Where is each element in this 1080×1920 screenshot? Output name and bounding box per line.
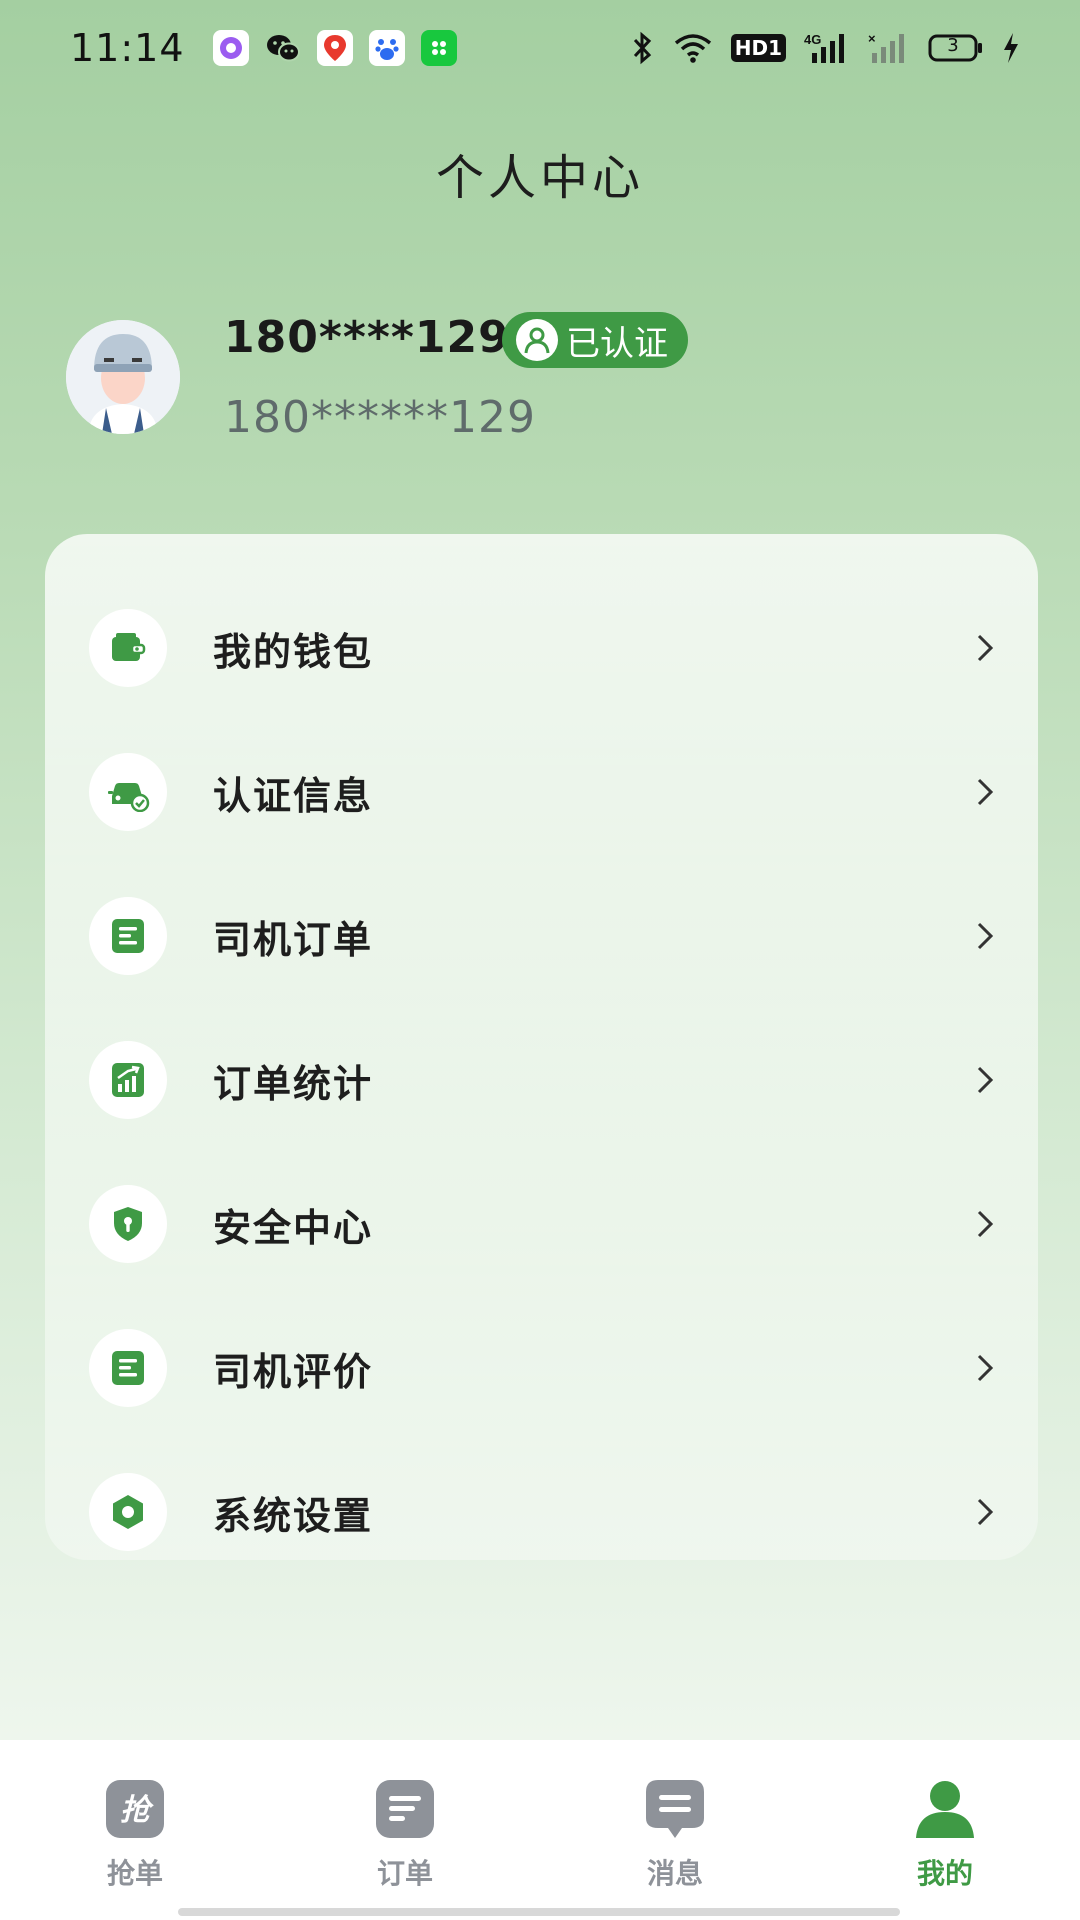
nav-label-grab-order: 抢单: [106, 1857, 163, 1890]
menu-item-certification[interactable]: 认证信息: [45, 720, 1038, 864]
chevron-right-icon: [976, 1497, 994, 1527]
user-name: 180****129: [224, 312, 510, 363]
status-time: 11:14: [70, 26, 185, 70]
chevron-right-icon: [976, 1065, 994, 1095]
menu-item-driver-orders[interactable]: 司机订单: [45, 864, 1038, 1008]
nav-tab-grab-order[interactable]: 抢 抢单: [0, 1740, 270, 1920]
bluetooth-icon: [629, 31, 655, 65]
hd-icon: HD1: [730, 34, 786, 62]
settings-icon: [89, 1473, 167, 1551]
baidu-map-icon: [316, 30, 353, 66]
svg-text:抢: 抢: [120, 1793, 154, 1828]
menu-card: 我的钱包 认证信息 司机订单 订单统计 安全中心 司机评价 系统设置: [45, 534, 1038, 1560]
green-app-icon: [420, 30, 457, 66]
menu-item-settings[interactable]: 系统设置: [45, 1440, 1038, 1584]
menu-label-certification: 认证信息: [213, 773, 374, 818]
charging-icon: [1002, 32, 1020, 64]
chevron-right-icon: [976, 633, 994, 663]
nav-tab-messages[interactable]: 消息: [540, 1740, 810, 1920]
svg-text:4G: 4G: [804, 32, 821, 47]
signal-4g-icon: 4G: [804, 31, 850, 65]
baidu-icon: [368, 30, 405, 66]
message-icon: [644, 1778, 706, 1840]
status-indicators: HD1 4G × 3: [629, 31, 1020, 65]
menu-item-driver-reviews[interactable]: 司机评价: [45, 1296, 1038, 1440]
menu-label-settings: 系统设置: [213, 1493, 374, 1538]
menu-item-wallet[interactable]: 我的钱包: [45, 576, 1038, 720]
page-title: 个人中心: [435, 150, 644, 206]
chevron-right-icon: [976, 777, 994, 807]
menu-label-driver-reviews: 司机评价: [213, 1349, 374, 1394]
menu-label-order-stats: 订单统计: [213, 1061, 374, 1106]
wallet-icon: [89, 609, 167, 687]
menu-item-order-stats[interactable]: 订单统计: [45, 1008, 1038, 1152]
car-verified-icon: [89, 753, 167, 831]
avatar[interactable]: [66, 320, 180, 434]
signal-no-service-icon: ×: [868, 31, 910, 65]
svg-text:×: ×: [868, 31, 876, 46]
nav-label-messages: 消息: [646, 1857, 703, 1890]
menu-item-security[interactable]: 安全中心: [45, 1152, 1038, 1296]
document-icon: [89, 897, 167, 975]
nav-tab-orders[interactable]: 订单: [270, 1740, 540, 1920]
menu-label-security: 安全中心: [213, 1205, 374, 1250]
chevron-right-icon: [976, 921, 994, 951]
nav-label-profile: 我的: [916, 1857, 973, 1890]
circle-app-icon: [212, 30, 249, 66]
user-verified-icon: [516, 319, 558, 361]
chart-icon: [89, 1041, 167, 1119]
nav-tab-profile[interactable]: 我的: [810, 1740, 1080, 1920]
bottom-nav: 抢 抢单 订单 消息 我的: [0, 1740, 1080, 1920]
battery-level: 3: [947, 35, 959, 56]
wifi-icon: [673, 32, 713, 64]
menu-label-driver-orders: 司机订单: [213, 917, 374, 962]
status-bar: 11:14 HD1 4G × 3: [0, 0, 1080, 96]
verified-badge: 已认证: [502, 312, 688, 368]
wechat-icon: [265, 30, 301, 66]
status-app-icons: [212, 30, 457, 66]
profile-icon: [914, 1778, 976, 1840]
home-indicator[interactable]: [178, 1908, 900, 1916]
chevron-right-icon: [976, 1353, 994, 1383]
review-icon: [89, 1329, 167, 1407]
orders-icon: [374, 1778, 436, 1840]
chevron-right-icon: [976, 1209, 994, 1239]
grab-order-icon: 抢: [104, 1778, 166, 1840]
user-phone: 180******129: [224, 392, 536, 443]
verified-badge-label: 已认证: [566, 323, 668, 364]
battery-icon: 3: [928, 33, 984, 63]
menu-label-wallet: 我的钱包: [213, 629, 374, 674]
shield-icon: [89, 1185, 167, 1263]
nav-label-orders: 订单: [376, 1857, 433, 1890]
